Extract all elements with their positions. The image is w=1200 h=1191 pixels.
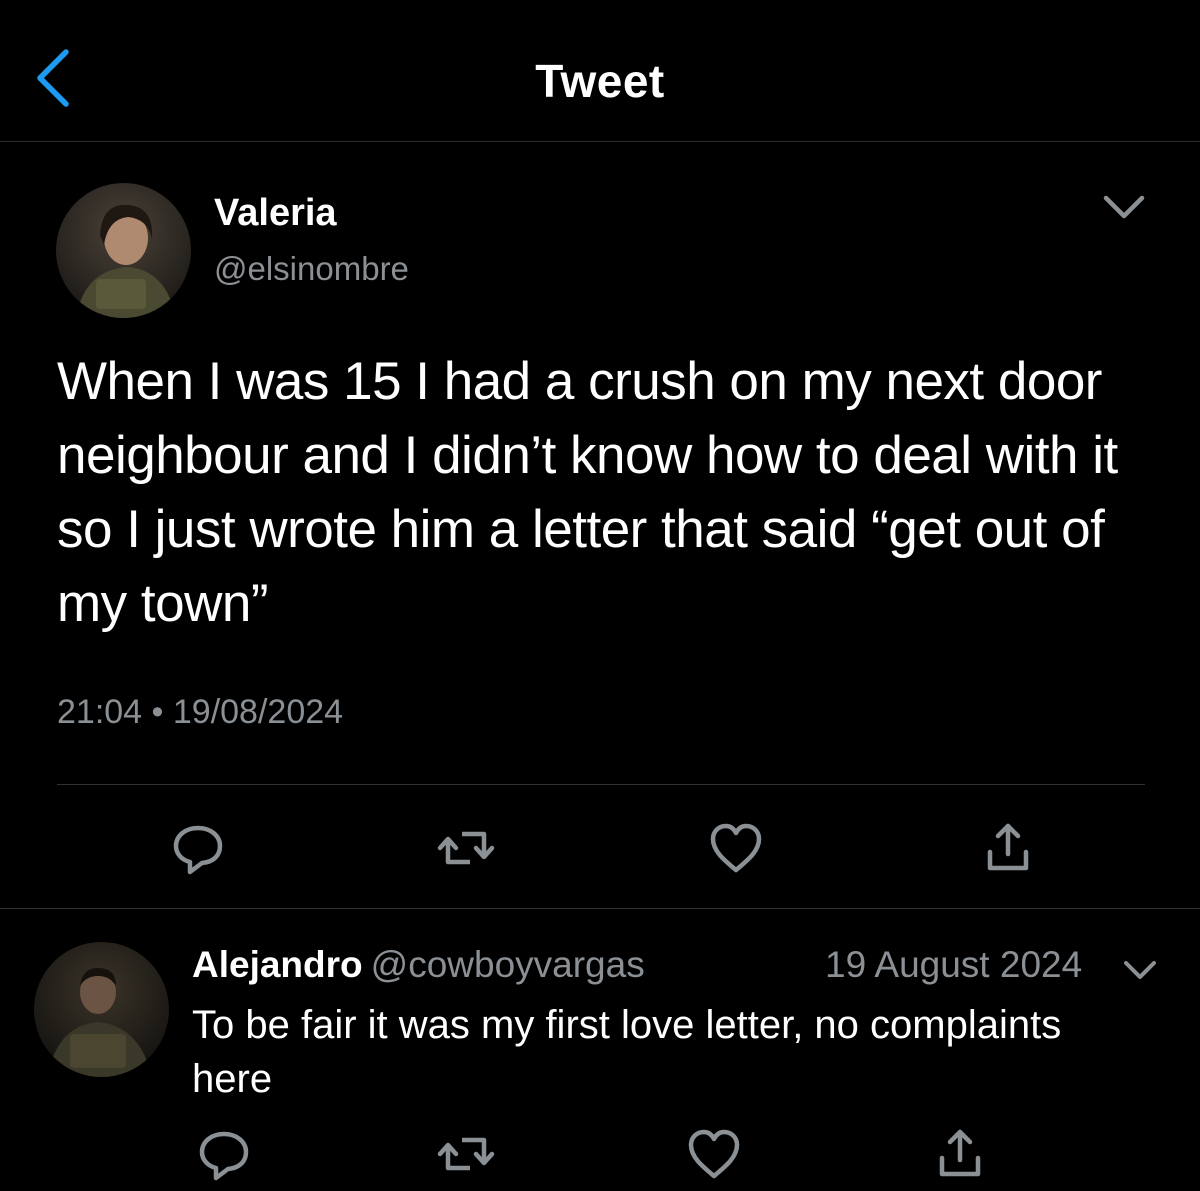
retweet-icon: [437, 1137, 495, 1171]
reply-more-options-button[interactable]: [1120, 955, 1160, 983]
divider: [57, 784, 1145, 785]
tweet-text: When I was 15 I had a crush on my next d…: [57, 352, 1118, 633]
reply-actions: [0, 1124, 1200, 1184]
top-bar: Tweet: [0, 0, 1200, 142]
author-handle[interactable]: @elsinombre: [214, 250, 409, 288]
share-button[interactable]: [978, 818, 1038, 878]
chevron-down-icon: [1103, 195, 1145, 219]
reply-avatar[interactable]: [34, 942, 169, 1077]
like-button[interactable]: [684, 1124, 744, 1184]
avatar-image: [34, 942, 169, 1077]
reply-author-handle[interactable]: @cowboyvargas: [371, 944, 645, 985]
reply-icon: [199, 1131, 249, 1181]
share-button[interactable]: [930, 1124, 990, 1184]
reply-date: 19 August 2024: [825, 944, 1083, 985]
share-icon: [939, 1129, 981, 1177]
avatar-image: [56, 183, 191, 318]
reply-author-name[interactable]: Alejandro: [192, 944, 363, 985]
reply-text: To be fair it was my first love letter, …: [192, 1003, 1062, 1101]
reply-header: Alejandro @cowboyvargas: [192, 944, 645, 986]
reply-button[interactable]: [194, 1124, 254, 1184]
share-icon: [987, 823, 1029, 871]
chevron-down-icon: [1124, 961, 1156, 979]
divider: [0, 908, 1200, 909]
like-button[interactable]: [706, 818, 766, 878]
tweet-timestamp: 21:04 • 19/08/2024: [57, 693, 344, 731]
retweet-button[interactable]: [436, 818, 496, 878]
retweet-button[interactable]: [436, 1124, 496, 1184]
heart-icon: [688, 1129, 740, 1179]
retweet-icon: [437, 831, 495, 865]
page-title: Tweet: [535, 55, 665, 107]
more-options-button[interactable]: [1098, 188, 1150, 224]
reply-icon: [173, 825, 223, 875]
heart-icon: [710, 823, 762, 873]
tweet-actions: [0, 818, 1200, 878]
avatar[interactable]: [56, 183, 191, 318]
reply-button[interactable]: [168, 818, 228, 878]
author-name[interactable]: Valeria: [214, 192, 337, 235]
